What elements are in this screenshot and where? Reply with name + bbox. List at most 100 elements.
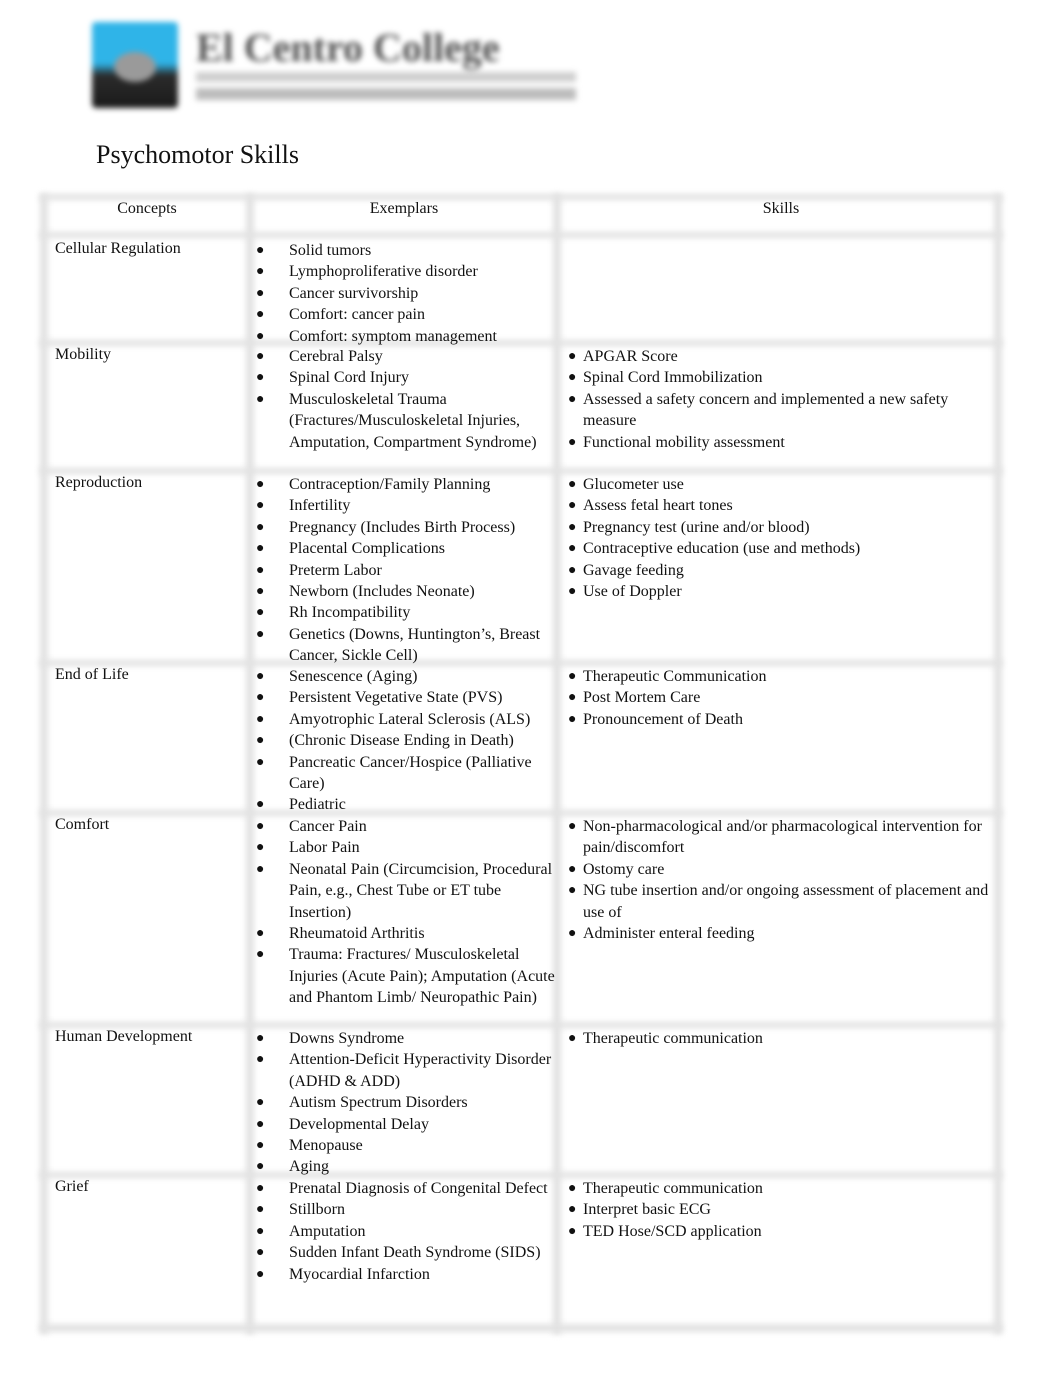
skill-item: ● Use of Doppler	[568, 581, 993, 602]
skills-list: ● APGAR Score ● Spinal Cord Immobilization ●…	[568, 346, 993, 453]
bullet-icon: ●	[568, 584, 577, 600]
exemplar-item: ● Trauma: Fractures/ Musculoskeletal Inju…	[256, 944, 556, 1008]
exemplars-list: ● Senescence (Aging) ● Persistent Vegetativ…	[256, 666, 556, 816]
exemplars-list: ● Contraception/Family Planning ● Infertili…	[256, 474, 556, 667]
exemplar-text: Cancer Pain	[289, 818, 367, 835]
exemplars-list: ● Downs Syndrome ● Attention-Deficit Hypera…	[256, 1028, 556, 1178]
bullet-icon: ●	[568, 819, 577, 834]
skill-item: ● Pregnancy test (urine and/or blood)	[568, 517, 993, 538]
bullet-icon: ●	[256, 370, 265, 386]
bullet-icon: ●	[256, 947, 265, 963]
skill-item: ● Assessed a safety concern and implement…	[568, 389, 993, 432]
bullet-icon: ●	[568, 434, 577, 450]
exemplar-text: Prenatal Diagnosis of Congenital Defect	[289, 1180, 548, 1197]
skill-item: ● TED Hose/SCD application	[568, 1221, 993, 1242]
skill-item: ● Administer enteral feeding	[568, 923, 993, 944]
bullet-icon: ●	[256, 307, 265, 323]
concept-cell: Human Development	[55, 1028, 193, 1045]
skill-item: ● Therapeutic communication	[568, 1178, 993, 1199]
exemplar-item: ● Comfort: symptom management	[256, 326, 556, 347]
exemplar-text: Aging	[289, 1158, 329, 1176]
exemplar-item: ● Preterm Labor	[256, 560, 556, 581]
exemplar-text: Amputation	[289, 1222, 366, 1240]
skill-item: ● Post Mortem Care	[568, 687, 993, 708]
exemplar-item: ● Amyotrophic Lateral Sclerosis (ALS)	[256, 709, 556, 730]
exemplar-text: Menopause	[289, 1137, 363, 1155]
exemplar-text: Pregnancy (Includes Birth Process)	[289, 518, 516, 536]
skill-text: Spinal Cord Immobilization	[583, 369, 763, 387]
bullet-icon: ●	[568, 391, 577, 407]
skill-text: NG tube insertion and/or ongoing assessm…	[583, 882, 989, 921]
exemplar-text: Persistent Vegetative State (PVS)	[289, 689, 503, 707]
bullet-icon: ●	[256, 264, 265, 280]
exemplar-text: Rheumatoid Arthritis	[289, 925, 425, 943]
page-title: Psychomotor Skills	[96, 140, 299, 169]
bullet-icon: ●	[568, 711, 577, 727]
exemplar-item: ● Cancer Pain	[256, 816, 556, 837]
bullet-icon: ●	[256, 584, 265, 600]
bullet-icon: ●	[568, 669, 577, 684]
skill-item: ● Therapeutic Communication	[568, 666, 993, 687]
skill-item: ● Ostomy care	[568, 859, 993, 880]
bullet-icon: ●	[568, 1031, 577, 1046]
table-border-right	[994, 194, 1002, 1334]
exemplar-text: Solid tumors	[289, 242, 372, 259]
exemplar-item: ● Contraception/Family Planning	[256, 474, 556, 495]
skill-text: Therapeutic communication	[583, 1030, 763, 1047]
bullet-icon: ●	[256, 797, 265, 813]
exemplar-item: ● Cancer survivorship	[256, 283, 556, 304]
bullet-icon: ●	[256, 349, 265, 364]
exemplar-text: Spinal Cord Injury	[289, 369, 409, 387]
skill-text: Use of Doppler	[583, 583, 682, 601]
skill-item: ● Functional mobility assessment	[568, 432, 993, 453]
exemplar-item: ● Persistent Vegetative State (PVS)	[256, 687, 556, 708]
concept-cell: Mobility	[55, 346, 112, 363]
bullet-icon: ●	[256, 562, 265, 578]
skill-item: ● APGAR Score	[568, 346, 993, 367]
skill-item: ● Interpret basic ECG	[568, 1199, 993, 1220]
bullet-icon: ●	[256, 926, 265, 942]
exemplar-item: ● Labor Pain	[256, 837, 556, 858]
exemplar-text: Pancreatic Cancer/Hospice (Palliative Ca…	[289, 753, 532, 793]
bullet-icon: ●	[256, 1245, 265, 1261]
bullet-icon: ●	[568, 498, 577, 514]
exemplar-text: Comfort: symptom management	[289, 327, 497, 345]
skill-text: Administer enteral feeding	[583, 925, 755, 943]
bullet-icon: ●	[256, 711, 265, 727]
exemplar-text: Myocardial Infarction	[289, 1265, 430, 1283]
exemplar-text: Developmental Delay	[289, 1115, 429, 1133]
skills-list: ● Therapeutic communication ● Interpret bas…	[568, 1178, 993, 1242]
exemplar-text: Autism Spectrum Disorders	[289, 1094, 468, 1112]
skill-text: Pronouncement of Death	[583, 710, 743, 728]
bullet-icon: ●	[256, 541, 265, 557]
skill-text: TED Hose/SCD application	[583, 1222, 762, 1240]
bullet-icon: ●	[256, 1202, 265, 1218]
exemplar-text: Neonatal Pain (Circumcision, Procedural …	[289, 860, 553, 921]
exemplar-item: ● Infertility	[256, 495, 556, 516]
exemplar-item: ● Amputation	[256, 1221, 556, 1242]
skill-item: ● Contraceptive education (use and method…	[568, 538, 993, 559]
exemplar-text: Infertility	[289, 497, 351, 515]
bullet-icon: ●	[256, 1116, 265, 1132]
exemplars-list: ● Cancer Pain ● Labor Pain ● Neonatal Pain (C…	[256, 816, 556, 1009]
exemplar-text: Labor Pain	[289, 839, 360, 857]
logo-name: El Centro College	[196, 25, 500, 70]
concept-cell: Reproduction	[55, 474, 143, 491]
skill-text: Functional mobility assessment	[583, 433, 785, 451]
bullet-icon: ●	[568, 1223, 577, 1239]
bullet-icon: ●	[568, 861, 577, 877]
bullet-icon: ●	[568, 519, 577, 535]
exemplar-item: ● Placental Complications	[256, 538, 556, 559]
skill-item: ● Non-pharmacological and/or pharmacologi…	[568, 816, 993, 859]
exemplars-list: ● Solid tumors ● Lymphoproliferative disord…	[256, 240, 556, 347]
exemplar-item: ● Newborn (Includes Neonate)	[256, 581, 556, 602]
exemplar-item: ● Aging	[256, 1156, 556, 1177]
skill-text: Non-pharmacological and/or pharmacologic…	[583, 818, 982, 857]
bullet-icon: ●	[256, 1266, 265, 1282]
exemplar-text: (Chronic Disease Ending in Death)	[289, 732, 514, 750]
skill-text: Contraceptive education (use and methods…	[583, 540, 861, 558]
bullet-icon: ●	[256, 861, 265, 877]
skill-item: ● Assess fetal heart tones	[568, 495, 993, 516]
bullet-icon: ●	[256, 690, 265, 706]
exemplars-list: ● Prenatal Diagnosis of Congenital Defect…	[256, 1178, 556, 1285]
